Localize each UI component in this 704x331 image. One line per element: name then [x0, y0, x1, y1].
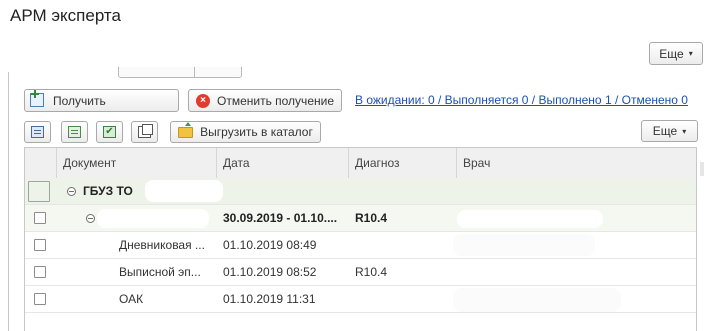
header-checkbox-column [25, 148, 56, 178]
subgroup-diagnosis: R10.4 [355, 211, 388, 225]
export-to-folder-button[interactable]: Выгрузить в каталог [170, 121, 321, 143]
get-button-label: Получить [53, 93, 106, 108]
select-all-button[interactable] [24, 121, 51, 143]
column-header-date[interactable]: Дата [216, 148, 348, 178]
folder-export-icon [178, 121, 194, 138]
row-checkbox[interactable] [28, 181, 50, 202]
row-checkbox[interactable] [34, 266, 46, 278]
table-row[interactable]: Выписной эп... 01.10.2019 08:52 R10.4 [25, 259, 696, 286]
page-title: АРМ эксперта [10, 6, 121, 25]
cancel-receive-label: Отменить получение [216, 93, 334, 108]
documents-table: Документ Дата Диагноз Врач ГБУЗ ТО 30.09… [24, 147, 697, 331]
collapse-icon[interactable] [86, 214, 95, 223]
cell-diagnosis [355, 232, 455, 259]
cancel-icon: × [195, 93, 210, 108]
export-button-label: Выгрузить в каталог [200, 125, 313, 139]
collapsed-scroll-tab[interactable] [118, 67, 242, 78]
copy-icon [138, 124, 153, 138]
cancel-receive-button[interactable]: × Отменить получение [188, 89, 342, 112]
cell-diagnosis: R10.4 [355, 265, 388, 279]
table-row[interactable]: Дневниковая ... 01.10.2019 08:49 [25, 232, 696, 259]
cell-document: ОАК [119, 292, 144, 306]
checkmark-icon: ✔ [103, 126, 116, 138]
row-checkbox[interactable] [34, 212, 46, 224]
table-header: Документ Дата Диагноз Врач [25, 148, 696, 179]
column-header-doctor[interactable]: Врач [456, 148, 696, 178]
chevron-down-icon: ▾ [682, 126, 687, 136]
cell-document: Выписной эп... [119, 265, 201, 279]
table-more-label: Еще [652, 124, 678, 138]
window-resize-edge[interactable] [700, 162, 704, 176]
table-empty-row [25, 313, 696, 331]
subgroup-date-range: 30.09.2019 - 01.10.... [223, 211, 338, 225]
column-header-diagnosis[interactable]: Диагноз [348, 148, 456, 178]
row-checkbox[interactable] [34, 293, 46, 305]
list-select-icon [31, 126, 44, 138]
table-row[interactable]: ОАК 01.10.2019 11:31 [25, 286, 696, 313]
row-checkbox[interactable] [34, 239, 46, 251]
chevron-down-icon: ▾ [688, 49, 693, 58]
more-menu-button[interactable]: Еще ▾ [649, 42, 703, 65]
cell-diagnosis [355, 286, 455, 313]
table-group-row[interactable]: ГБУЗ ТО [25, 178, 696, 205]
more-menu-label: Еще [659, 46, 684, 61]
redacted-area [453, 234, 595, 256]
cell-document: Дневниковая ... [119, 238, 205, 252]
redacted-area [145, 180, 223, 202]
add-document-icon [30, 90, 44, 107]
cell-date: 01.10.2019 11:31 [223, 292, 316, 306]
cell-date: 01.10.2019 08:49 [223, 238, 317, 252]
deselect-all-button[interactable] [61, 121, 88, 143]
collapse-icon[interactable] [67, 187, 76, 196]
redacted-area [97, 209, 209, 228]
redacted-area [453, 288, 621, 312]
table-more-menu-button[interactable]: Еще ▾ [641, 120, 698, 142]
list-deselect-icon [68, 126, 81, 138]
table-subgroup-row[interactable]: 30.09.2019 - 01.10.... R10.4 [25, 205, 696, 232]
get-button[interactable]: Получить [24, 89, 179, 112]
cell-date: 01.10.2019 08:52 [223, 265, 317, 279]
panel-border [8, 72, 9, 331]
column-header-document[interactable]: Документ [56, 148, 216, 178]
redacted-area [457, 210, 603, 228]
copy-button[interactable] [131, 121, 158, 143]
queue-status-link[interactable]: В ожидании: 0 / Выполняется 0 / Выполнен… [355, 93, 688, 107]
check-button[interactable]: ✔ [96, 121, 123, 143]
